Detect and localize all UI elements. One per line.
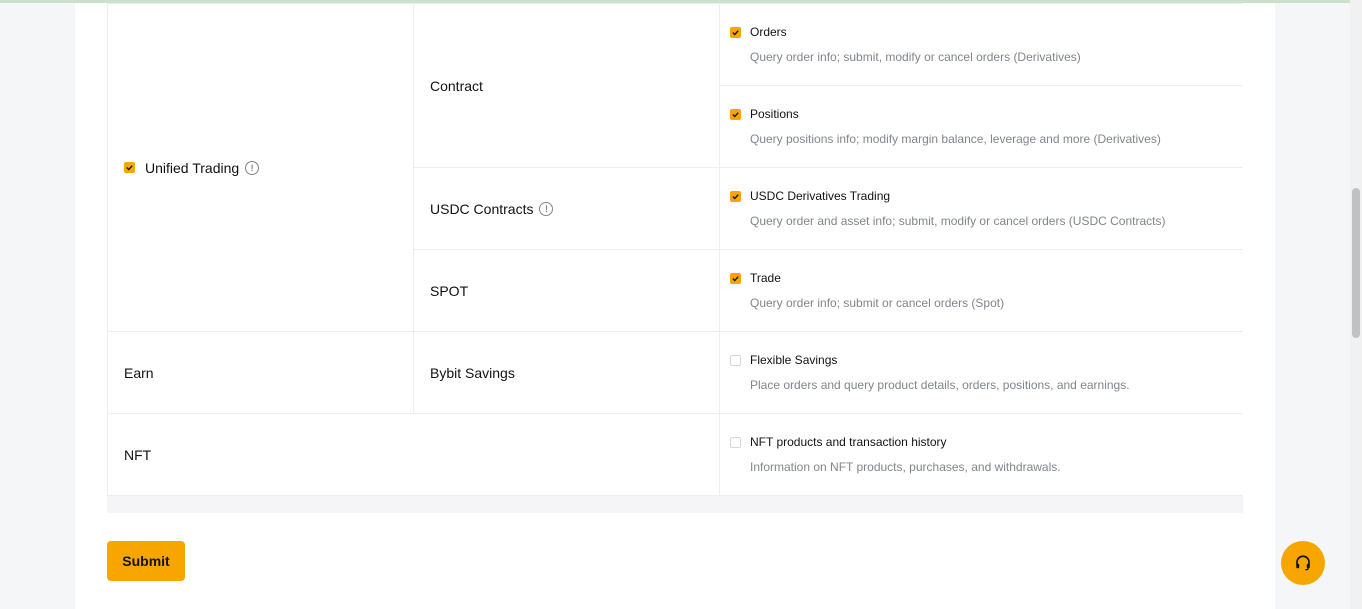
usdc-trading-checkbox[interactable]	[730, 190, 741, 202]
spot-cell: SPOT	[413, 249, 720, 332]
orders-permission-cell: Orders Query order info; submit, modify …	[719, 3, 1243, 86]
usdc-trading-description: Query order and asset info; submit, modi…	[750, 214, 1166, 228]
orders-title: Orders	[750, 25, 787, 39]
earn-label: Earn	[124, 364, 154, 381]
unified-trading-cell: Unified Trading !	[107, 3, 414, 332]
permissions-table-scroll[interactable]: Unified Trading ! Contract Orders Query …	[107, 3, 1243, 513]
contract-cell: Contract	[413, 3, 720, 168]
submit-button[interactable]: Submit	[107, 541, 185, 581]
headset-icon	[1296, 555, 1310, 571]
usdc-trading-permission-cell: USDC Derivatives Trading Query order and…	[719, 167, 1243, 250]
check-icon	[732, 29, 739, 35]
page-scrollbar[interactable]	[1350, 0, 1362, 609]
nft-products-description: Information on NFT products, purchases, …	[750, 460, 1061, 474]
contract-label: Contract	[430, 77, 483, 94]
bybit-savings-cell: Bybit Savings	[413, 331, 720, 414]
spot-trade-title: Trade	[750, 271, 781, 285]
api-permissions-card: Unified Trading ! Contract Orders Query …	[75, 3, 1275, 609]
positions-description: Query positions info; modify margin bala…	[750, 132, 1161, 146]
positions-checkbox[interactable]	[730, 108, 741, 120]
orders-checkbox[interactable]	[730, 26, 741, 38]
info-icon[interactable]: !	[539, 201, 554, 216]
permissions-table: Unified Trading ! Contract Orders Query …	[107, 3, 1243, 513]
usdc-contracts-cell: USDC Contracts !	[413, 167, 720, 250]
earn-cell: Earn	[107, 331, 414, 414]
check-icon	[732, 193, 739, 199]
flexible-savings-description: Place orders and query product details, …	[750, 378, 1130, 392]
positions-permission-cell: Positions Query positions info; modify m…	[719, 85, 1243, 168]
orders-description: Query order info; submit, modify or canc…	[750, 50, 1081, 64]
info-icon[interactable]: !	[245, 160, 260, 175]
unified-trading-label: Unified Trading	[145, 159, 240, 176]
check-icon	[732, 111, 739, 117]
check-icon	[126, 165, 133, 171]
usdc-contracts-label: USDC Contracts	[430, 200, 534, 217]
flexible-savings-permission-cell: Flexible Savings Place orders and query …	[719, 331, 1243, 414]
check-icon	[732, 275, 739, 281]
nft-cell: NFT	[107, 413, 720, 496]
positions-title: Positions	[750, 107, 799, 121]
table-row	[107, 495, 1243, 513]
flexible-savings-checkbox[interactable]	[730, 354, 741, 366]
nft-label: NFT	[124, 446, 152, 463]
support-chat-button[interactable]	[1281, 541, 1325, 585]
spot-trade-description: Query order info; submit or cancel order…	[750, 296, 1005, 310]
usdc-trading-title: USDC Derivatives Trading	[750, 189, 891, 203]
spot-trade-permission-cell: Trade Query order info; submit or cancel…	[719, 249, 1243, 332]
nft-products-checkbox[interactable]	[730, 436, 741, 448]
scrollbar-thumb[interactable]	[1352, 188, 1360, 338]
spot-label: SPOT	[430, 282, 469, 299]
spot-trade-checkbox[interactable]	[730, 272, 741, 284]
nft-products-title: NFT products and transaction history	[750, 435, 947, 449]
nft-products-permission-cell: NFT products and transaction history Inf…	[719, 413, 1243, 496]
unified-trading-checkbox[interactable]	[124, 162, 135, 174]
flexible-savings-title: Flexible Savings	[750, 353, 838, 367]
bybit-savings-label: Bybit Savings	[430, 364, 515, 381]
